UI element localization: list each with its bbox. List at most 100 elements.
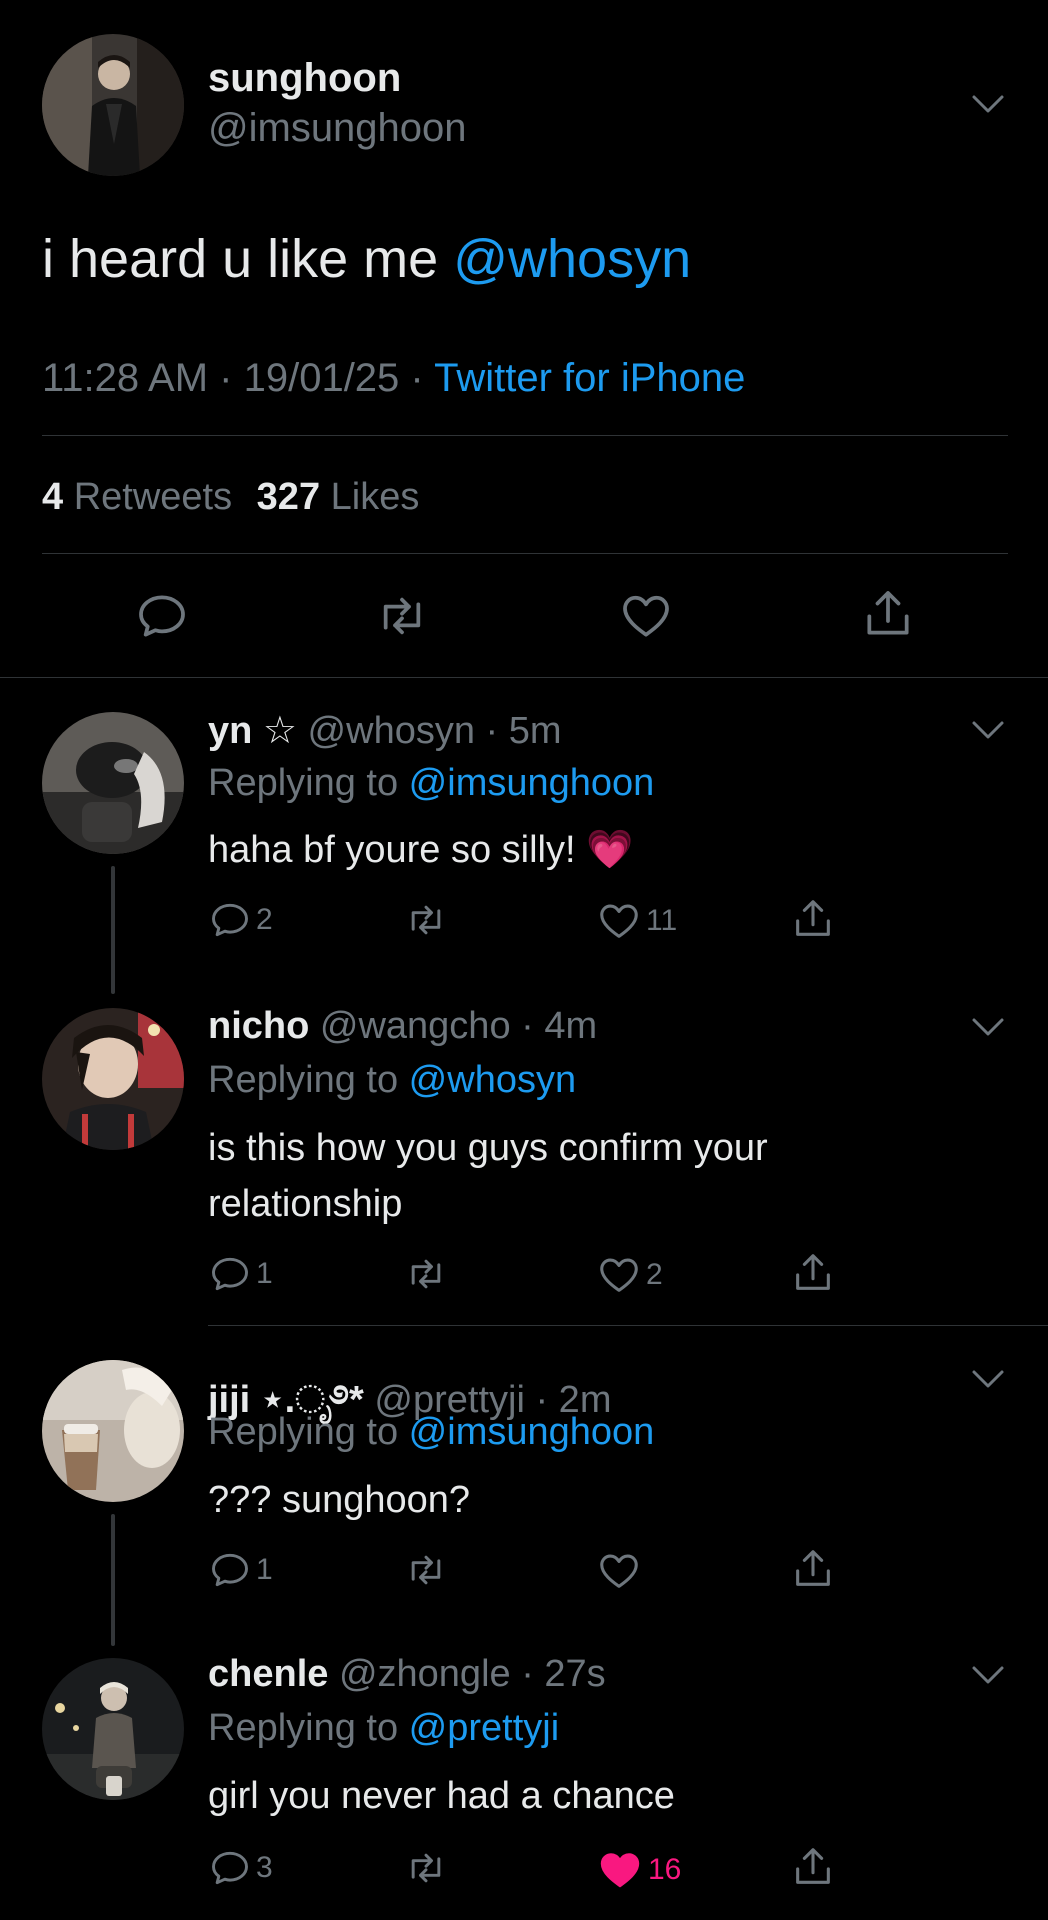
avatar[interactable] — [42, 712, 184, 854]
display-name[interactable]: chenle — [208, 1653, 328, 1695]
reply-button[interactable]: 2 — [208, 898, 273, 942]
likes-label: Likes — [330, 476, 420, 518]
divider — [42, 553, 1008, 554]
like-count: 2 — [646, 1258, 663, 1291]
retweet-button[interactable] — [402, 1548, 454, 1592]
heart-icon — [600, 1853, 640, 1888]
avatar[interactable] — [42, 1658, 184, 1800]
share-icon — [796, 900, 830, 936]
tweet-time: 11:28 AM — [42, 356, 209, 400]
replying-label: Replying to — [208, 762, 409, 804]
replying-label: Replying to — [208, 1707, 409, 1749]
share-icon[interactable] — [860, 586, 916, 642]
share-icon — [796, 1550, 830, 1586]
avatar[interactable] — [42, 1008, 184, 1150]
like-button[interactable]: 11 — [596, 898, 677, 944]
reply-header: yn ☆ @whosyn · 5m — [208, 708, 562, 753]
share-icon — [796, 1254, 830, 1290]
chevron-down-icon[interactable] — [970, 1663, 1006, 1687]
reply-button[interactable]: 1 — [208, 1548, 273, 1592]
reply-text: girl you never had a chance — [208, 1775, 675, 1817]
retweet-button[interactable] — [402, 1252, 454, 1296]
chevron-down-icon[interactable] — [970, 1015, 1006, 1039]
tweet-text-body: i heard u like me — [42, 229, 454, 289]
retweet-icon — [411, 905, 441, 935]
user-handle[interactable]: @wangcho — [320, 1005, 511, 1047]
likes-count: 327 — [256, 476, 321, 518]
heart-icon — [600, 1554, 638, 1588]
like-button[interactable] — [596, 1548, 646, 1594]
share-button[interactable] — [790, 1250, 836, 1296]
mention-link[interactable]: @imsunghoon — [409, 762, 655, 804]
divider — [0, 677, 1048, 678]
mention-link[interactable]: @imsunghoon — [409, 1411, 655, 1453]
reply-text: is this how you guys confirm your relati… — [208, 1127, 768, 1225]
reply-button[interactable]: 1 — [208, 1252, 273, 1296]
chevron-down-icon[interactable] — [970, 92, 1006, 116]
chevron-down-icon[interactable] — [970, 1367, 1006, 1391]
reply-count: 1 — [256, 1257, 273, 1290]
retweets-label: Retweets — [73, 476, 233, 518]
replying-to: Replying to @whosyn — [208, 1059, 576, 1102]
chevron-down-icon[interactable] — [970, 718, 1006, 742]
mention-link[interactable]: @whosyn — [453, 229, 691, 289]
like-button[interactable]: 2 — [596, 1252, 663, 1298]
thread-line — [111, 866, 115, 994]
display-name[interactable]: sunghoon — [208, 56, 401, 101]
heart-icon[interactable] — [618, 588, 674, 644]
display-name[interactable]: yn ☆ — [208, 710, 297, 752]
share-icon — [796, 1848, 830, 1884]
tweet-text: i heard u like me @whosyn — [42, 228, 691, 290]
share-button[interactable] — [790, 1546, 836, 1592]
separator-dot: · — [208, 356, 244, 400]
avatar[interactable] — [42, 34, 184, 176]
reply-count: 1 — [256, 1553, 273, 1586]
mention-link[interactable]: @whosyn — [409, 1059, 576, 1101]
replying-to: Replying to @imsunghoon — [208, 1411, 654, 1454]
replying-to: Replying to @imsunghoon — [208, 762, 654, 805]
reply-icon[interactable] — [134, 588, 190, 644]
avatar[interactable] — [42, 1360, 184, 1502]
share-button[interactable] — [790, 1844, 836, 1890]
user-handle[interactable]: @zhongle — [339, 1653, 511, 1695]
display-name[interactable]: nicho — [208, 1005, 309, 1047]
retweet-icon — [411, 1853, 441, 1883]
reply-header: chenle @zhongle · 27s — [208, 1653, 606, 1696]
thread-line — [111, 1514, 115, 1646]
divider — [208, 1325, 1048, 1326]
heart-icon — [600, 1258, 638, 1292]
like-count: 11 — [646, 904, 678, 937]
tweet-meta: 11:28 AM · 19/01/25 · Twitter for iPhone — [42, 356, 745, 401]
reply-header: nicho @wangcho · 4m — [208, 1005, 597, 1048]
mention-link[interactable]: @prettyji — [409, 1707, 560, 1749]
tweet-source-link[interactable]: Twitter for iPhone — [434, 356, 745, 400]
reply-icon — [212, 903, 248, 937]
retweet-button[interactable] — [402, 1846, 454, 1890]
tweet-time: · 5m — [485, 710, 562, 752]
replying-label: Replying to — [208, 1411, 409, 1453]
reply-icon — [212, 1553, 248, 1587]
retweets-stat[interactable]: 4 Retweets — [42, 476, 232, 518]
retweet-icon[interactable] — [374, 588, 430, 644]
like-button[interactable]: 16 — [596, 1846, 681, 1894]
retweet-button[interactable] — [402, 898, 454, 942]
reply-button[interactable]: 3 — [208, 1846, 273, 1890]
heart-icon — [600, 904, 638, 938]
separator-dot: · — [399, 356, 435, 400]
reply-text: ??? sunghoon? — [208, 1479, 471, 1521]
retweet-icon — [411, 1259, 441, 1289]
share-button[interactable] — [790, 896, 836, 942]
reply-count: 3 — [256, 1851, 273, 1884]
reply-icon — [212, 1851, 248, 1885]
user-handle[interactable]: @imsunghoon — [208, 106, 467, 151]
replying-label: Replying to — [208, 1059, 409, 1101]
user-handle[interactable]: @whosyn — [308, 710, 475, 752]
like-count: 16 — [648, 1853, 682, 1886]
reply-count: 2 — [256, 903, 273, 936]
reply-icon — [212, 1257, 248, 1291]
tweet-date: 19/01/25 — [243, 356, 400, 400]
reply-text: haha bf youre so silly! 💗 — [208, 829, 634, 871]
retweet-icon — [411, 1555, 441, 1585]
likes-stat[interactable]: 327 Likes — [257, 476, 420, 518]
divider — [42, 435, 1008, 436]
